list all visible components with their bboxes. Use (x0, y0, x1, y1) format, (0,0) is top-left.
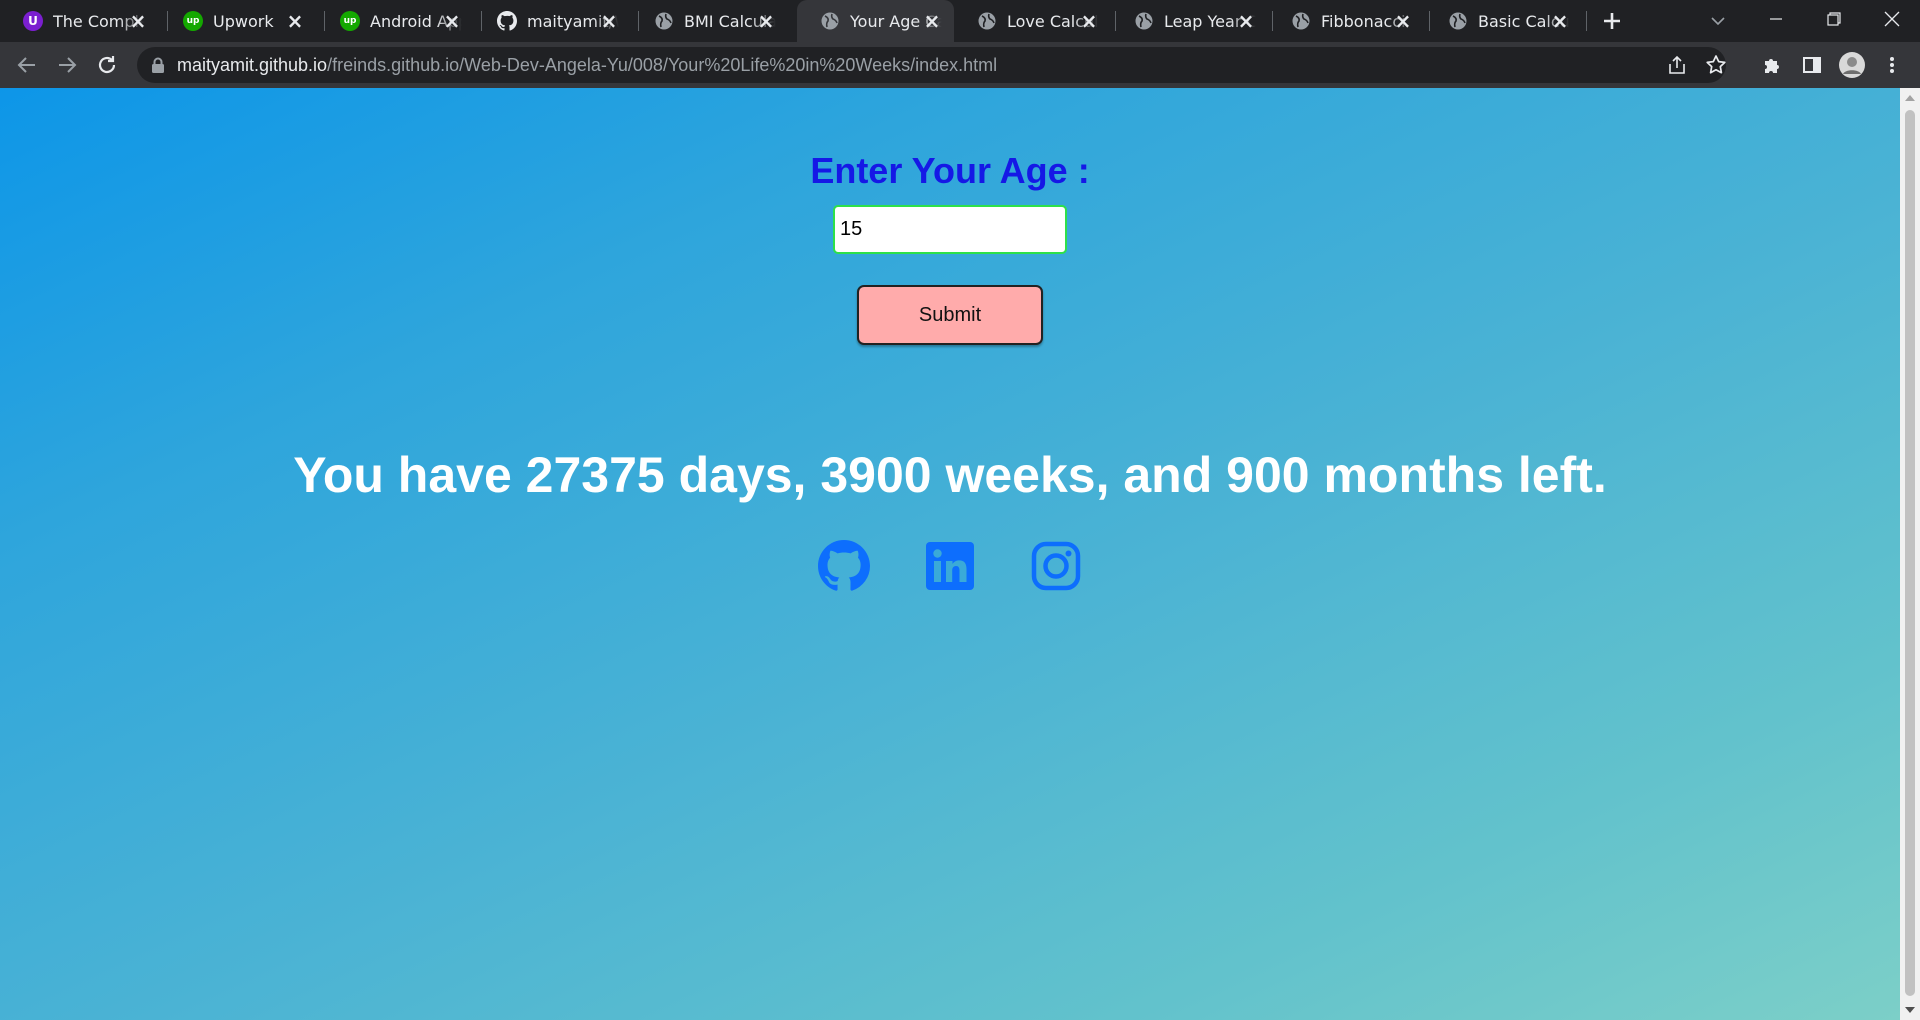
globe-icon (1134, 11, 1154, 31)
tab-4[interactable]: BMI Calculator × (631, 0, 788, 42)
close-icon[interactable]: × (1550, 11, 1570, 31)
more-vert-icon (1890, 57, 1894, 73)
reload-icon (98, 56, 116, 74)
close-icon[interactable]: × (1236, 11, 1256, 31)
age-input[interactable] (833, 205, 1067, 254)
tab-0[interactable]: U The Complete × (0, 0, 160, 42)
close-icon[interactable]: × (756, 11, 776, 31)
tab-6[interactable]: Love Calculator × (954, 0, 1111, 42)
globe-icon (1291, 11, 1311, 31)
scrollbar-thumb[interactable] (1905, 110, 1915, 996)
close-icon[interactable]: × (599, 11, 619, 31)
result-text: You have 27375 days, 3900 weeks, and 900… (293, 447, 1607, 503)
github-icon (818, 540, 870, 591)
chevron-down-icon (1711, 17, 1725, 26)
tab-search-button[interactable] (1707, 10, 1729, 32)
back-button[interactable] (12, 50, 42, 80)
tab-9[interactable]: Basic Calculator × (1425, 0, 1582, 42)
url-host: maityamit.github.io (177, 55, 328, 75)
plus-icon (1604, 13, 1620, 29)
upwork-icon: up (340, 11, 360, 31)
linkedin-link[interactable] (924, 540, 976, 592)
close-icon[interactable]: × (1393, 11, 1413, 31)
tab-3[interactable]: maityamit/Web × (474, 0, 631, 42)
extensions-button[interactable] (1757, 50, 1787, 80)
instagram-link[interactable] (1030, 540, 1082, 592)
url-text[interactable]: maityamit.github.io/freinds.github.io/We… (177, 47, 997, 83)
close-window-button[interactable] (1864, 0, 1920, 38)
address-bar[interactable]: maityamit.github.io/freinds.github.io/We… (137, 47, 1726, 83)
tab-8[interactable]: Fibbonacci × (1268, 0, 1425, 42)
new-tab-button[interactable] (1600, 9, 1624, 33)
close-icon (1884, 11, 1900, 27)
share-icon[interactable] (1666, 54, 1688, 76)
scroll-down-arrow-icon[interactable] (1905, 1007, 1915, 1013)
tab-strip: U The Complete × up Upwork × up Android … (0, 0, 1920, 42)
globe-icon (654, 11, 674, 31)
arrow-right-icon (59, 57, 77, 73)
restore-button[interactable] (1806, 0, 1862, 38)
instagram-icon (1031, 541, 1081, 591)
tab-1[interactable]: up Upwork × (160, 0, 317, 42)
side-panel-button[interactable] (1797, 50, 1827, 80)
github-icon (497, 11, 517, 31)
tab-separator (1586, 11, 1587, 31)
globe-icon (1448, 11, 1468, 31)
arrow-left-icon (17, 57, 35, 73)
restore-icon (1827, 12, 1841, 26)
upwork-icon: up (183, 11, 203, 31)
lock-icon[interactable] (151, 57, 165, 73)
tab-5-active[interactable]: Your Age Calculator × (797, 0, 954, 42)
page-viewport: Enter Your Age : Submit You have 27375 d… (0, 88, 1900, 1020)
age-heading: Enter Your Age : (810, 150, 1090, 191)
vertical-scrollbar[interactable] (1900, 88, 1920, 1020)
close-icon[interactable]: × (442, 11, 462, 31)
globe-icon (820, 11, 840, 31)
globe-icon (977, 11, 997, 31)
url-path: /freinds.github.io/Web-Dev-Angela-Yu/008… (327, 55, 998, 75)
puzzle-icon (1765, 59, 1779, 73)
scroll-up-arrow-icon[interactable] (1905, 95, 1915, 101)
close-icon[interactable]: × (1079, 11, 1099, 31)
close-icon[interactable]: × (128, 11, 148, 31)
close-icon[interactable]: × (285, 11, 305, 31)
purple-shield-icon: U (23, 11, 43, 31)
github-link[interactable] (818, 540, 870, 592)
linkedin-icon (926, 542, 974, 590)
profile-button[interactable] (1837, 50, 1867, 80)
avatar (1839, 52, 1865, 78)
side-panel-icon (1803, 57, 1821, 73)
tab-7[interactable]: Leap Year Calculator × (1111, 0, 1268, 42)
reload-button[interactable] (92, 50, 122, 80)
browser-menu-button[interactable] (1877, 50, 1907, 80)
submit-button[interactable]: Submit (857, 285, 1043, 345)
tab-2[interactable]: up Android App × (317, 0, 474, 42)
browser-toolbar: maityamit.github.io/freinds.github.io/We… (0, 42, 1920, 88)
star-icon[interactable] (1704, 53, 1728, 77)
minimize-button[interactable] (1748, 0, 1804, 38)
close-icon[interactable]: × (922, 11, 942, 31)
minimize-icon (1770, 18, 1782, 20)
forward-button[interactable] (52, 50, 82, 80)
